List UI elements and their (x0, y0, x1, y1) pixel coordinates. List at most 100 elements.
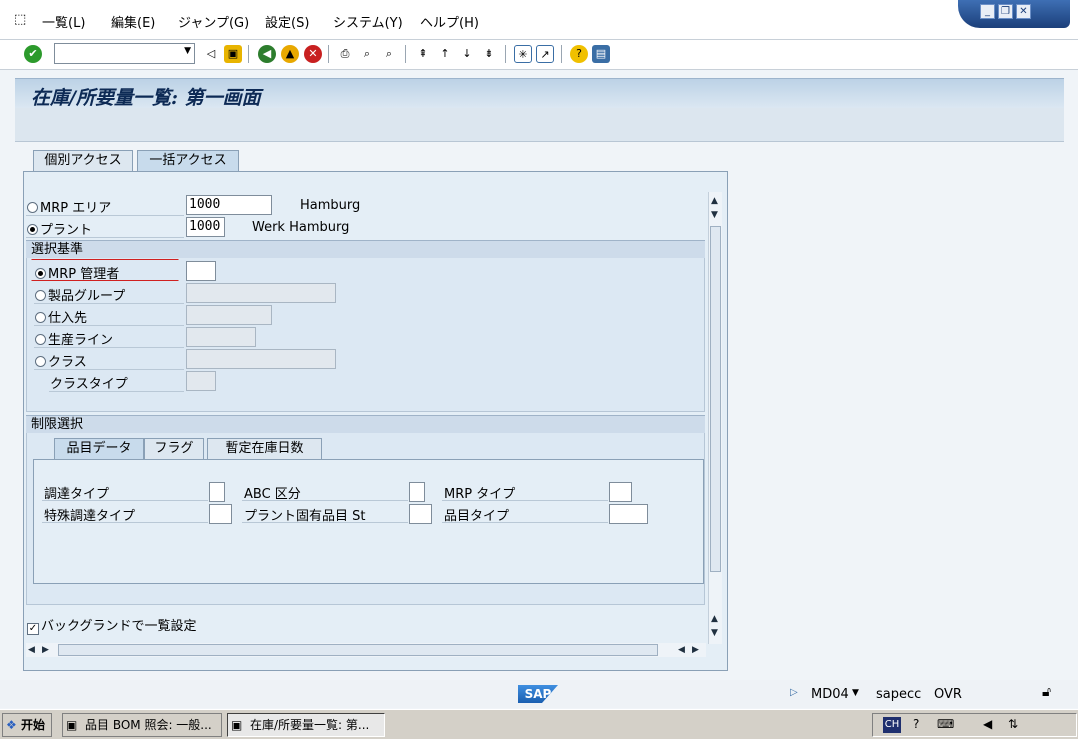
radio-icon[interactable] (35, 290, 46, 301)
cancel-icon[interactable]: ✕ (304, 45, 322, 63)
material-type-input[interactable] (609, 504, 648, 524)
find-next-icon[interactable]: ⌕ (380, 45, 398, 63)
class-radio[interactable]: クラス (35, 351, 87, 370)
class-type-input[interactable] (186, 371, 216, 391)
abc-indicator-input[interactable] (409, 482, 425, 502)
menu-help[interactable]: ヘルプ(H) (420, 12, 479, 31)
new-session-icon[interactable]: ✳ (514, 45, 532, 63)
procurement-type-input[interactable] (209, 482, 225, 502)
back-arrow-icon[interactable]: ◁ (202, 45, 220, 63)
radio-icon[interactable] (27, 202, 38, 213)
mrp-controller-radio[interactable]: MRP 管理者 (35, 263, 119, 282)
status-toggle-icon[interactable]: ▷ (790, 687, 798, 698)
enter-check-icon[interactable]: ✔ (24, 45, 42, 63)
help-icon[interactable]: ? (570, 45, 588, 63)
back-icon[interactable]: ◀ (258, 45, 276, 63)
windows-logo-icon: ❖ (6, 718, 17, 732)
first-page-icon[interactable]: ⇞ (414, 45, 432, 63)
scroll-left-icon[interactable]: ◀ (28, 645, 35, 655)
material-group-radio[interactable]: 製品グループ (35, 285, 125, 304)
find-icon[interactable]: ⌕ (358, 45, 376, 63)
layout-menu-icon[interactable]: ▤ (592, 45, 610, 63)
mrp-type-input[interactable] (609, 482, 632, 502)
plant-description: Werk Hamburg (252, 220, 350, 235)
tab-flags[interactable]: フラグ (144, 438, 204, 460)
close-icon[interactable]: ✕ (1016, 4, 1031, 19)
menu-settings[interactable]: 設定(S) (265, 12, 309, 31)
production-line-radio[interactable]: 生産ライン (35, 329, 113, 348)
radio-icon[interactable] (35, 356, 46, 367)
checkbox-checked-icon[interactable]: ✓ (27, 623, 39, 635)
lock-icon[interactable]: 🔓︎ (1042, 684, 1051, 700)
menu-goto[interactable]: ジャンプ(G) (178, 12, 249, 31)
taskbar-item-bom[interactable]: ▣ 品目 BOM 照会: 一般... (62, 713, 222, 737)
exit-icon[interactable]: ▲ (281, 45, 299, 63)
plant-radio[interactable]: プラント (27, 219, 92, 238)
menu-icon[interactable]: ⬚ (14, 12, 26, 27)
tab-material-data[interactable]: 品目データ (54, 438, 144, 460)
scroll-up-icon[interactable]: ▲ (711, 614, 718, 624)
horizontal-scroll-thumb[interactable] (58, 644, 658, 656)
start-button[interactable]: ❖ 开始 (2, 713, 52, 737)
taskbar-item-md04[interactable]: ▣ 在庫/所要量一覧: 第... (227, 713, 385, 737)
vertical-scrollbar[interactable]: ▲ ▼ ▲ ▼ (708, 192, 722, 644)
mrp-controller-input[interactable] (186, 261, 216, 281)
plant-input[interactable]: 1000 (186, 217, 225, 237)
radio-selected-icon[interactable] (35, 268, 46, 279)
background-label: バックグランドで一覧設定 (41, 619, 197, 634)
page-title: 在庫/所要量一覧: 第一画面 (31, 87, 261, 109)
status-bar: SAP ▷ MD04 ▼ sapecc OVR 🔓︎ (0, 680, 1078, 708)
insert-mode: OVR (934, 687, 962, 702)
radio-icon[interactable] (35, 334, 46, 345)
menu-system[interactable]: システム(Y) (333, 12, 403, 31)
special-procurement-input[interactable] (209, 504, 232, 524)
vendor-radio[interactable]: 仕入先 (35, 307, 87, 326)
production-line-label: 生産ライン (48, 333, 114, 348)
sap-logo: SAP (518, 685, 558, 703)
prev-page-icon[interactable]: ↑ (436, 45, 454, 63)
chevron-down-icon[interactable]: ▼ (852, 688, 859, 698)
scroll-down-icon[interactable]: ▼ (711, 210, 718, 220)
menu-edit[interactable]: 編集(E) (111, 12, 155, 31)
print-icon[interactable]: ⎙ (336, 45, 354, 63)
mrp-area-input[interactable]: 1000 (186, 195, 272, 215)
vendor-input[interactable] (186, 305, 272, 325)
last-page-icon[interactable]: ⇟ (480, 45, 498, 63)
taskbar-item-label: 在庫/所要量一覧: 第... (250, 718, 370, 732)
background-checkbox[interactable]: ✓ バックグランドで一覧設定 (27, 615, 196, 635)
speaker-icon[interactable]: ◀ (983, 717, 992, 731)
save-icon[interactable]: ▣ (224, 45, 242, 63)
shortcut-icon[interactable]: ↗ (536, 45, 554, 63)
scroll-right-icon[interactable]: ▶ (42, 645, 49, 655)
production-line-input[interactable] (186, 327, 256, 347)
title-bar: 在庫/所要量一覧: 第一画面 (15, 78, 1064, 109)
minimize-icon[interactable]: _ (980, 4, 995, 19)
material-group-input[interactable] (186, 283, 336, 303)
start-label: 开始 (21, 718, 46, 732)
scroll-left-icon[interactable]: ◀ (678, 645, 685, 655)
restore-icon[interactable]: ❐ (998, 4, 1013, 19)
radio-icon[interactable] (35, 312, 46, 323)
help-icon[interactable]: ? (913, 717, 919, 731)
keyboard-icon[interactable]: ⌨ (937, 717, 954, 731)
restrict-selection-header: 制限選択 (26, 415, 705, 433)
mrp-area-radio[interactable]: MRP エリア (27, 197, 111, 216)
radio-selected-icon[interactable] (27, 224, 38, 235)
vertical-scroll-thumb[interactable] (710, 226, 721, 572)
command-field[interactable]: ▼ (54, 43, 195, 64)
network-icon[interactable]: ⇅ (1008, 717, 1018, 731)
tab-temp-stock-days[interactable]: 暫定在庫日数 (207, 438, 322, 460)
class-input[interactable] (186, 349, 336, 369)
plant-status-input[interactable] (409, 504, 432, 524)
scroll-down-icon[interactable]: ▼ (711, 628, 718, 638)
scroll-right-icon[interactable]: ▶ (692, 645, 699, 655)
language-indicator[interactable]: CH (883, 717, 901, 733)
mrp-controller-label: MRP 管理者 (48, 267, 120, 282)
menu-list[interactable]: 一覧(L) (42, 12, 85, 31)
chevron-down-icon[interactable]: ▼ (184, 46, 191, 56)
horizontal-scrollbar[interactable]: ◀ ▶ ◀ ▶ (26, 643, 706, 657)
tab-collective-access[interactable]: 一括アクセス (137, 150, 239, 172)
scroll-up-icon[interactable]: ▲ (711, 196, 718, 206)
tab-individual-access[interactable]: 個別アクセス (33, 150, 133, 172)
next-page-icon[interactable]: ↓ (458, 45, 476, 63)
